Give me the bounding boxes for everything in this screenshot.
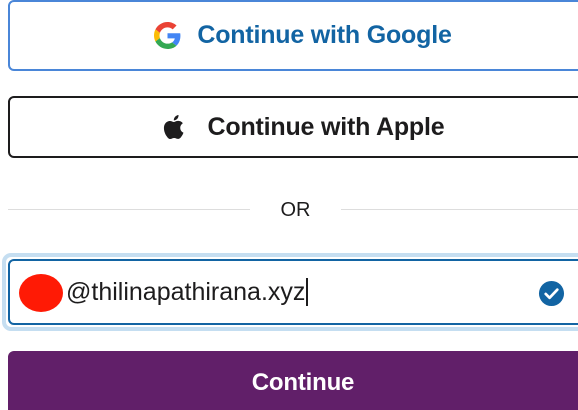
google-button-label: Continue with Google: [197, 21, 452, 49]
divider-line-left: [8, 209, 250, 210]
continue-with-apple-button[interactable]: Continue with Apple: [8, 96, 578, 158]
apple-button-label: Continue with Apple: [207, 112, 445, 141]
divider-line-right: [341, 209, 578, 210]
email-input-value: @thilinapathirana.xyz: [66, 277, 306, 306]
check-circle-icon: [538, 280, 565, 307]
or-divider: OR: [8, 196, 578, 224]
redaction-mark: [19, 274, 63, 312]
email-input[interactable]: @thilinapathirana.xyz: [8, 259, 578, 325]
apple-logo-icon: [163, 114, 183, 140]
or-label: OR: [280, 199, 311, 221]
email-input-focus-ring: @thilinapathirana.xyz: [2, 253, 578, 331]
continue-with-google-button[interactable]: Continue with Google: [8, 0, 578, 71]
continue-button-label: Continue: [251, 369, 355, 396]
continue-button[interactable]: Continue: [8, 351, 578, 410]
google-logo-icon: [154, 22, 181, 49]
text-caret: [306, 278, 308, 306]
sign-in-page: Continue with Google Continue with Apple…: [0, 0, 578, 410]
